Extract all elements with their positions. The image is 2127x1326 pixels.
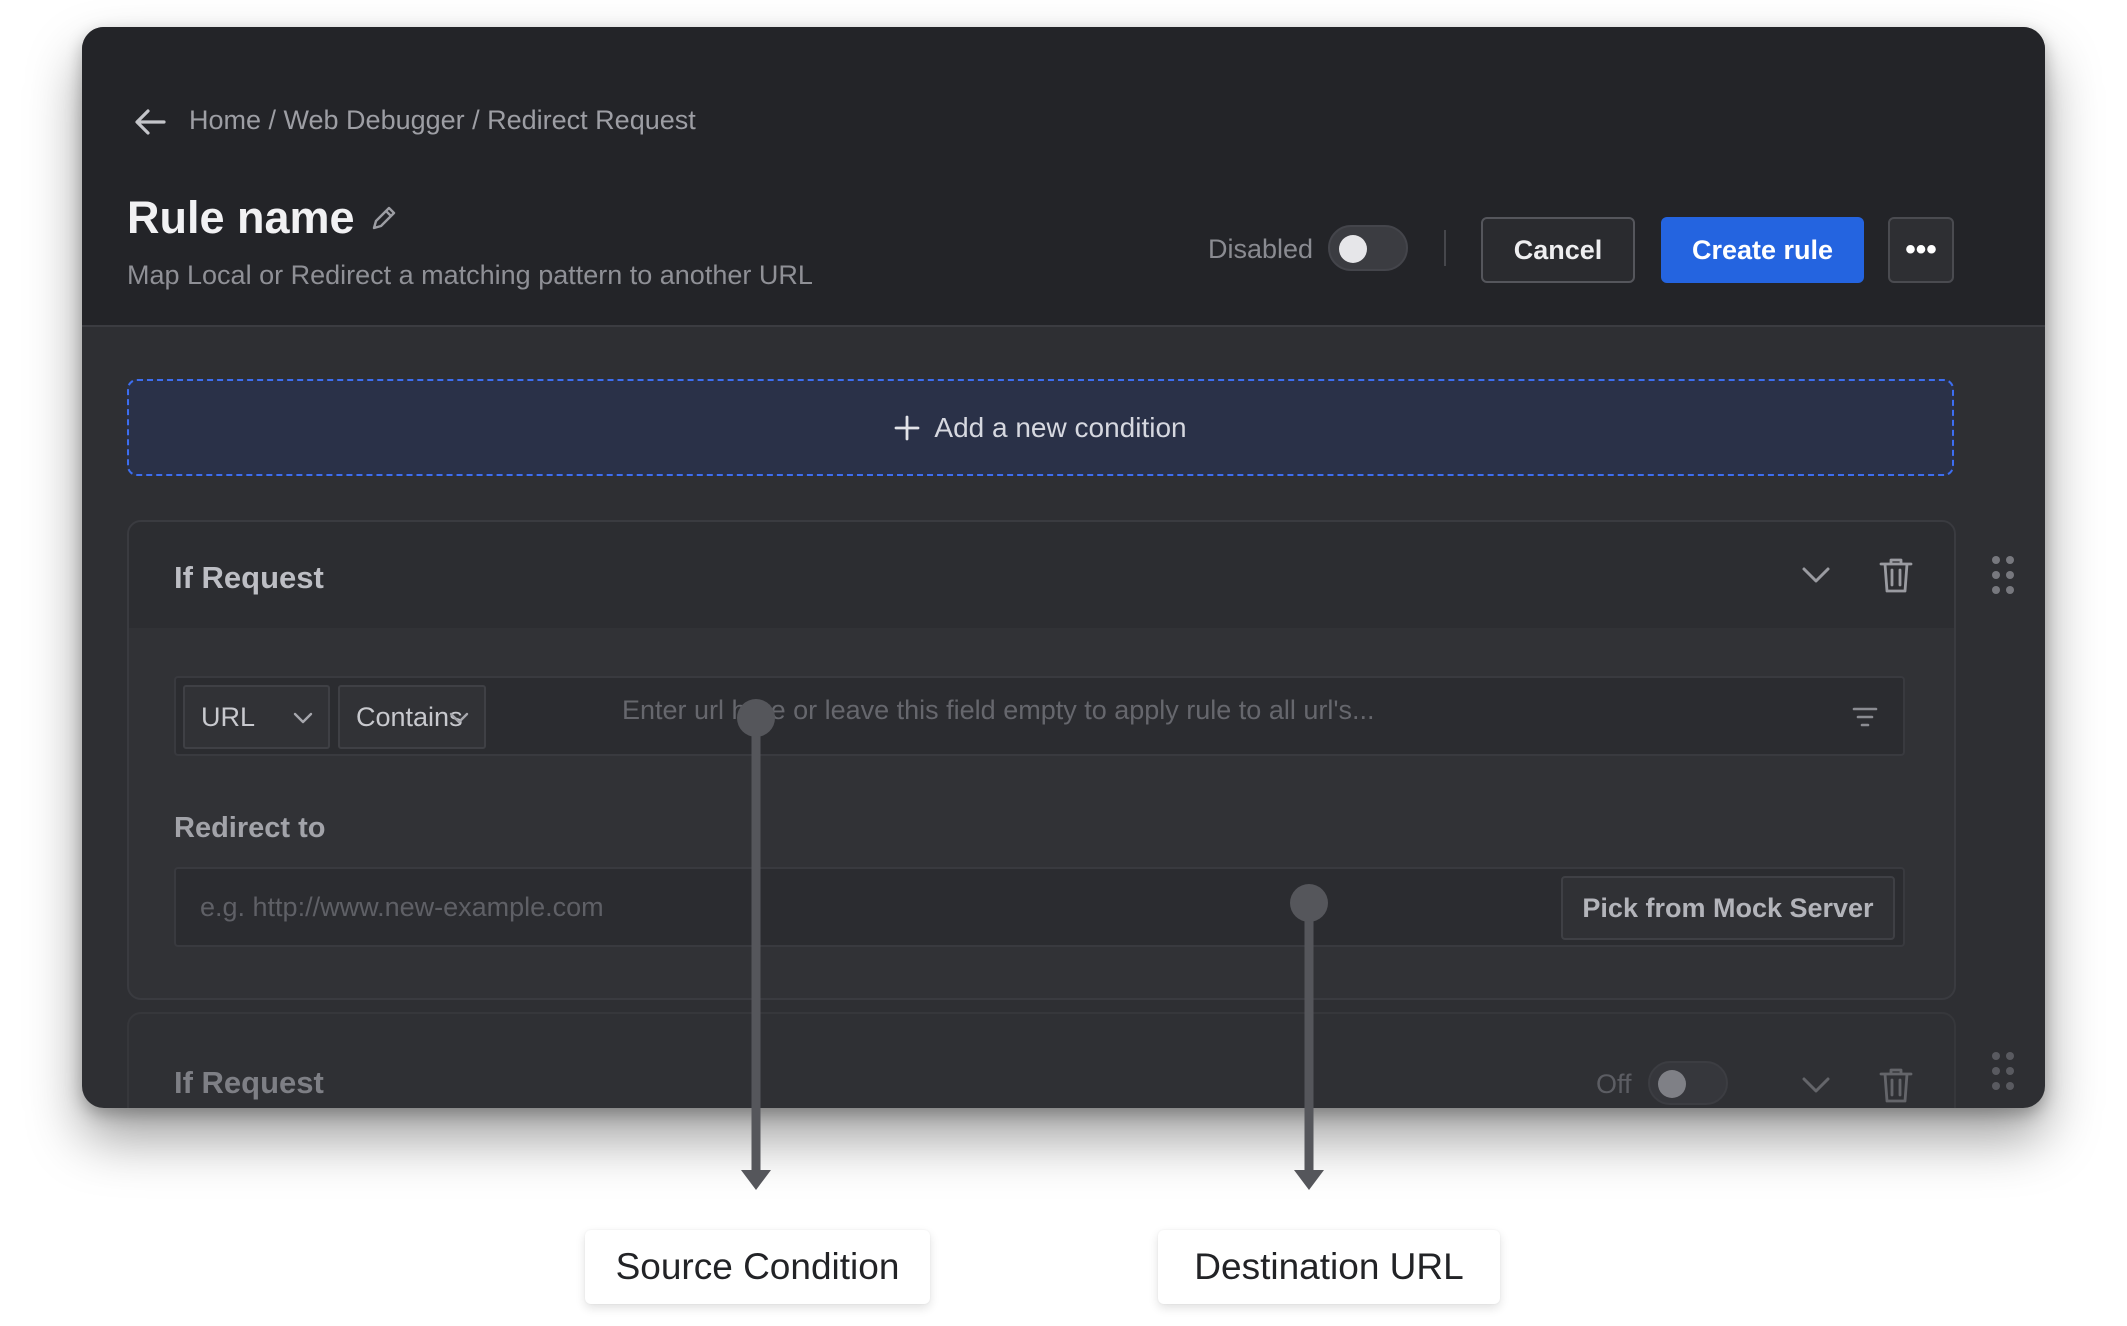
filter-icon[interactable] [1852, 706, 1878, 728]
source-condition-callout: Source Condition [585, 1230, 930, 1304]
card-title: If Request [174, 1065, 324, 1100]
operator-value: Contains [356, 701, 463, 732]
toggle-knob [1339, 235, 1367, 263]
trash-icon[interactable] [1878, 1066, 1914, 1104]
add-condition-button[interactable]: Add a new condition [127, 379, 1954, 476]
source-condition-row: URL Contains Enter url here or leave thi… [174, 676, 1905, 756]
source-url-input[interactable]: Enter url here or leave this field empty… [622, 695, 1375, 726]
card-title: If Request [174, 560, 324, 595]
drag-handle-icon[interactable] [1990, 555, 2016, 595]
chevron-down-icon [449, 712, 469, 724]
pick-from-mock-server-button[interactable]: Pick from Mock Server [1561, 876, 1895, 940]
source-field-value: URL [201, 701, 256, 732]
redirect-to-label: Redirect to [174, 812, 326, 844]
destination-url-row: e.g. http://www.new-example.com Pick fro… [174, 867, 1905, 947]
card-header: If Request [129, 522, 1954, 628]
page-header: Home / Web Debugger / Redirect Request R… [82, 27, 2045, 327]
rule-editor-window: Home / Web Debugger / Redirect Request R… [82, 27, 2045, 1108]
operator-select[interactable]: Contains [338, 685, 486, 749]
title-row: Rule name [127, 192, 399, 244]
destination-url-callout: Destination URL [1158, 1230, 1500, 1304]
second-condition-card: If Request Off [127, 1012, 1956, 1108]
card-toggle-label: Off [1596, 1069, 1632, 1099]
chevron-down-icon[interactable] [1800, 562, 1832, 588]
chevron-down-icon[interactable] [1800, 1072, 1832, 1098]
status-toggle[interactable] [1328, 225, 1408, 271]
card-toggle[interactable] [1648, 1061, 1728, 1105]
trash-icon[interactable] [1878, 556, 1914, 594]
breadcrumb[interactable]: Home / Web Debugger / Redirect Request [189, 105, 696, 136]
header-divider [1444, 230, 1446, 266]
back-arrow-icon[interactable] [130, 102, 170, 142]
create-rule-button[interactable]: Create rule [1661, 217, 1864, 283]
cancel-button[interactable]: Cancel [1481, 217, 1635, 283]
add-condition-label: Add a new condition [934, 411, 1187, 443]
drag-handle-icon[interactable] [1990, 1051, 2016, 1091]
destination-url-input[interactable]: e.g. http://www.new-example.com [200, 892, 604, 923]
more-options-button[interactable]: ••• [1888, 217, 1954, 283]
source-field-select[interactable]: URL [183, 685, 330, 749]
page-subtitle: Map Local or Redirect a matching pattern… [127, 260, 813, 290]
toggle-knob [1658, 1070, 1686, 1098]
chevron-down-icon [293, 712, 313, 724]
pencil-icon[interactable] [369, 203, 399, 233]
rule-condition-card: If Request URL Contains Enter url here o… [127, 520, 1956, 1000]
status-label: Disabled [1208, 234, 1314, 264]
page-title[interactable]: Rule name [127, 192, 355, 244]
plus-icon [895, 415, 920, 440]
